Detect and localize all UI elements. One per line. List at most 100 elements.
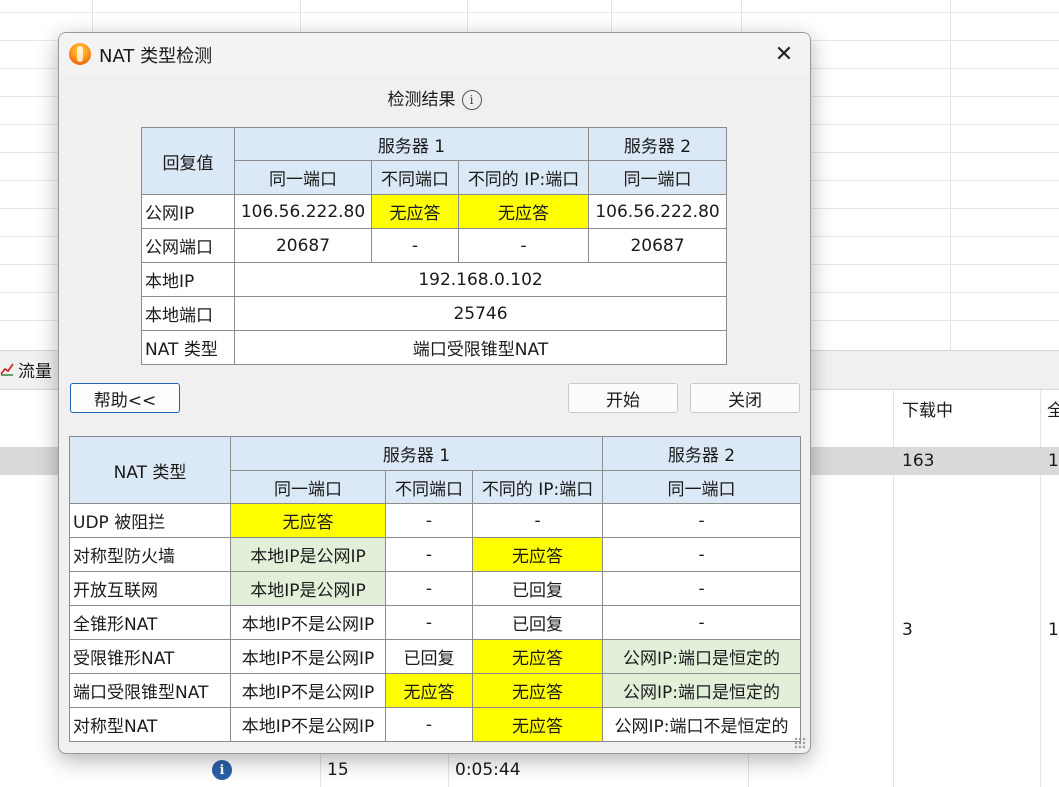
table-row: 对称型NAT 本地IP不是公网IP - 无应答 公网IP:端口不是恒定的 (69, 707, 802, 742)
row-label: 公网IP (141, 194, 235, 229)
table-cell: 已回复 (471, 605, 604, 640)
table-cell: 本地IP是公网IP (230, 571, 386, 606)
table-cell: - (385, 605, 473, 640)
info-icon[interactable]: i (461, 90, 482, 110)
table-cell: - (602, 571, 802, 606)
nat-type-value: 端口受限锥型NAT (233, 330, 728, 365)
table-row: 端口受限锥型NAT 本地IP不是公网IP 无应答 无应答 公网IP:端口是恒定的 (69, 673, 802, 708)
background-tab-label: 流量 (18, 361, 52, 382)
row-label: 受限锥形NAT (69, 639, 231, 674)
result-subheader: 同一端口 (588, 160, 728, 195)
background-column-divider (320, 752, 321, 787)
table-cell: - (602, 605, 802, 640)
table-cell: 已回复 (385, 639, 473, 674)
background-bottom-time: 0:05:44 (455, 760, 521, 780)
row-label: NAT 类型 (141, 330, 235, 365)
dialog-title: NAT 类型检测 (99, 46, 213, 67)
resize-grip-icon[interactable] (794, 737, 806, 749)
table-row: UDP 被阻拦 无应答 - - - (69, 503, 802, 538)
background-row1-download: 163 (902, 451, 935, 471)
table-cell: - (385, 537, 473, 572)
result-row-header: 回复值 (141, 127, 235, 195)
table-cell: - (457, 228, 590, 263)
reference-subheader: 同一端口 (602, 470, 802, 504)
row-label: 公网端口 (141, 228, 235, 263)
table-cell: 本地IP不是公网IP (230, 605, 386, 640)
background-col-download[interactable]: 下载中 (902, 396, 953, 421)
table-cell: 20687 (234, 228, 372, 263)
reference-server1-header: 服务器 1 (229, 436, 604, 471)
table-cell: 本地IP不是公网IP (230, 673, 386, 708)
row-label: 全锥形NAT (69, 605, 231, 640)
background-column-divider (448, 752, 449, 787)
table-cell: 公网IP:端口不是恒定的 (602, 707, 802, 742)
background-tab-traffic[interactable]: 流量 (0, 354, 52, 384)
local-ip-value: 192.168.0.102 (233, 262, 728, 297)
table-row: 对称型防火墙 本地IP是公网IP - 无应答 - (69, 537, 802, 572)
result-heading: 检测结果 i (59, 85, 810, 110)
close-icon[interactable]: ✕ (768, 39, 800, 69)
table-cell: 无应答 (230, 503, 386, 538)
nat-detection-dialog: NAT 类型检测 ✕ 检测结果 i 回复值 服务器 1 服务器 2 同一端口 不同… (58, 32, 811, 754)
table-cell: 106.56.222.80 (234, 194, 372, 229)
result-table: 回复值 服务器 1 服务器 2 同一端口 不同端口 不同的 IP:端口 同一端口… (141, 127, 728, 365)
table-cell: - (371, 228, 459, 263)
table-row: 全锥形NAT 本地IP不是公网IP - 已回复 - (69, 605, 802, 640)
result-heading-label: 检测结果 (387, 90, 456, 110)
table-cell: 无应答 (471, 707, 604, 742)
table-cell: - (385, 571, 473, 606)
table-cell: 本地IP不是公网IP (230, 707, 386, 742)
result-server1-header: 服务器 1 (233, 127, 590, 161)
row-label: 端口受限锥型NAT (69, 673, 231, 708)
table-cell: 无应答 (371, 194, 459, 229)
table-cell: 无应答 (385, 673, 473, 708)
table-cell: 无应答 (471, 673, 604, 708)
row-label: UDP 被阻拦 (69, 503, 231, 538)
help-button[interactable]: 帮助<< (70, 383, 180, 413)
table-cell: 公网IP:端口是恒定的 (602, 673, 802, 708)
table-cell: - (385, 707, 473, 742)
row-label: 对称型防火墙 (69, 537, 231, 572)
background-col-partial[interactable]: 全 (1047, 396, 1059, 421)
table-row: 公网IP 106.56.222.80 无应答 无应答 106.56.222.80 (141, 194, 728, 229)
result-subheader: 不同端口 (371, 160, 459, 195)
result-subheader: 同一端口 (234, 160, 372, 195)
table-cell: 无应答 (471, 639, 604, 674)
result-server2-header: 服务器 2 (588, 127, 728, 161)
dialog-titlebar[interactable]: NAT 类型检测 ✕ (59, 33, 810, 75)
nat-reference-table: NAT 类型 服务器 1 服务器 2 同一端口 不同端口 不同的 IP:端口 同… (69, 436, 802, 742)
table-cell: 无应答 (457, 194, 590, 229)
reference-subheader: 不同端口 (385, 470, 473, 504)
row-label: 开放互联网 (69, 571, 231, 606)
close-button[interactable]: 关闭 (690, 383, 800, 413)
background-row2-download: 3 (902, 620, 913, 640)
background-row1-partial: 1 (1048, 451, 1059, 471)
table-row: 本地端口 25746 (141, 296, 728, 331)
result-subheader: 不同的 IP:端口 (457, 160, 590, 195)
row-label: 对称型NAT (69, 707, 231, 742)
start-button[interactable]: 开始 (568, 383, 678, 413)
app-logo-icon (69, 43, 91, 65)
table-cell: 本地IP是公网IP (230, 537, 386, 572)
local-port-value: 25746 (233, 296, 728, 331)
table-cell: - (385, 503, 473, 538)
table-cell: 已回复 (471, 571, 604, 606)
table-cell: 20687 (588, 228, 728, 263)
reference-server2-header: 服务器 2 (602, 436, 802, 471)
reference-subheader: 不同的 IP:端口 (471, 470, 604, 504)
background-row2-partial: 1 (1048, 620, 1059, 640)
chart-icon (0, 363, 14, 376)
row-label: 本地端口 (141, 296, 235, 331)
info-icon: i (212, 760, 232, 780)
table-row: 开放互联网 本地IP是公网IP - 已回复 - (69, 571, 802, 606)
reference-subheader: 同一端口 (230, 470, 386, 504)
table-cell: 本地IP不是公网IP (230, 639, 386, 674)
table-row: 公网端口 20687 - - 20687 (141, 228, 728, 263)
table-row: NAT 类型 端口受限锥型NAT (141, 330, 728, 365)
table-cell: - (602, 537, 802, 572)
background-bottom-count: 15 (327, 760, 349, 780)
table-cell: 公网IP:端口是恒定的 (602, 639, 802, 674)
row-label: 本地IP (141, 262, 235, 297)
table-row: 受限锥形NAT 本地IP不是公网IP 已回复 无应答 公网IP:端口是恒定的 (69, 639, 802, 674)
table-row: 本地IP 192.168.0.102 (141, 262, 728, 297)
